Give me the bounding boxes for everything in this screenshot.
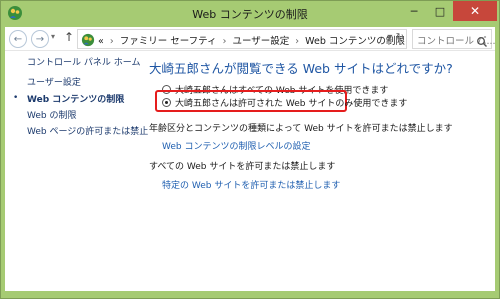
window: Web コンテンツの制限 ─ □ ✕ ← → ▾ ↑ « › ファミリー セーフ…	[0, 0, 500, 299]
content-area: コントロール パネル ホーム ユーザー設定 • Web コンテンツの制限 Web…	[5, 51, 495, 291]
breadcrumb-item[interactable]: ファミリー セーフティ	[120, 36, 217, 47]
up-button[interactable]: ↑	[64, 30, 74, 44]
address-actions: ▾ ↻	[387, 32, 404, 43]
section-allow-block-description: すべての Web サイトを許可または禁止します	[149, 162, 336, 172]
sidebar: コントロール パネル ホーム ユーザー設定 • Web コンテンツの制限 Web…	[5, 51, 148, 291]
maximize-button[interactable]: □	[427, 1, 453, 21]
sidebar-item-web-restrictions[interactable]: Web の制限	[27, 108, 76, 121]
refresh-icon[interactable]: ↻	[396, 32, 404, 43]
breadcrumb-separator-icon[interactable]: ›	[110, 36, 114, 47]
sidebar-home-link[interactable]: コントロール パネル ホーム	[27, 55, 140, 68]
window-controls: ─ □ ✕	[401, 1, 497, 21]
minimize-button[interactable]: ─	[401, 1, 427, 21]
breadcrumb-item[interactable]: ユーザー設定	[232, 36, 289, 47]
breadcrumb-separator-icon[interactable]: ›	[223, 36, 227, 47]
link-restriction-level[interactable]: Web コンテンツの制限レベルの設定	[162, 139, 310, 152]
breadcrumb: « › ファミリー セーフティ › ユーザー設定 › Web コンテンツの制限	[98, 33, 405, 47]
breadcrumb-overflow[interactable]: «	[98, 36, 104, 47]
search-box[interactable]: コントロール パ...	[412, 29, 496, 49]
navigation-bar: ← → ▾ ↑ « › ファミリー セーフティ › ユーザー設定 › Web コ…	[5, 27, 496, 51]
address-bar[interactable]: « › ファミリー セーフティ › ユーザー設定 › Web コンテンツの制限 …	[77, 29, 407, 49]
sidebar-item-web-content-filter[interactable]: Web コンテンツの制限	[27, 92, 124, 105]
option-allowed-sites-only-label[interactable]: 大崎五郎さんは許可された Web サイトのみ使用できます	[175, 96, 407, 109]
option-allowed-sites-only[interactable]: 大崎五郎さんは許可された Web サイトのみ使用できます	[162, 96, 407, 109]
address-dropdown-icon[interactable]: ▾	[387, 32, 392, 43]
recent-locations-chevron-icon[interactable]: ▾	[51, 32, 55, 41]
section-rating-description: 年齢区分とコンテンツの種類によって Web サイトを許可または禁止します	[149, 124, 453, 134]
main-panel: 大崎五郎さんが閲覧できる Web サイトはどれですか? 大崎五郎さんはすべての …	[130, 51, 495, 291]
forward-button[interactable]: →	[31, 30, 49, 48]
back-button[interactable]: ←	[9, 30, 27, 48]
breadcrumb-separator-icon[interactable]: ›	[295, 36, 299, 47]
sidebar-item-user-settings[interactable]: ユーザー設定	[27, 75, 81, 88]
radio-allowed-sites-only[interactable]	[162, 98, 171, 107]
page-title: 大崎五郎さんが閲覧できる Web サイトはどれですか?	[149, 61, 453, 76]
close-button[interactable]: ✕	[453, 1, 497, 21]
active-bullet-icon: •	[13, 93, 19, 103]
search-icon[interactable]	[476, 33, 488, 47]
title-bar: Web コンテンツの制限 ─ □ ✕	[1, 1, 499, 27]
family-safety-icon	[81, 32, 95, 47]
link-allow-block-sites[interactable]: 特定の Web サイトを許可または禁止します	[162, 178, 340, 191]
